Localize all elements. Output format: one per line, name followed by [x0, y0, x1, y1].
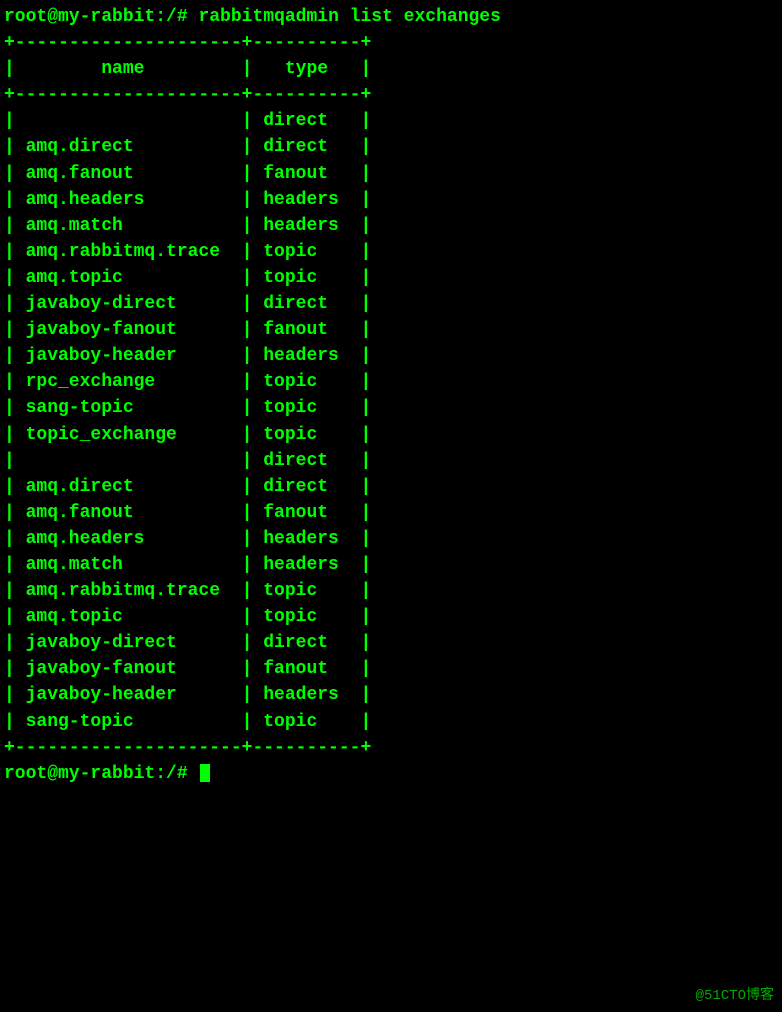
prompt: root@my-rabbit:/#	[4, 7, 188, 27]
table-row: | javaboy-fanout | fanout |	[0, 317, 782, 343]
separator-bottom: +---------------------+----------+	[0, 735, 782, 761]
watermark: @51CTO博客	[696, 984, 774, 1004]
table-row: | amq.headers | headers |	[0, 526, 782, 552]
table-row: | javaboy-header | headers |	[0, 343, 782, 369]
table-row: | amq.topic | topic |	[0, 265, 782, 291]
table-row: | amq.rabbitmq.trace | topic |	[0, 578, 782, 604]
table-row: | amq.match | headers |	[0, 213, 782, 239]
terminal-window: root@my-rabbit:/# rabbitmqadmin list exc…	[0, 0, 782, 1012]
table-row: | amq.rabbitmq.trace | topic |	[0, 239, 782, 265]
table-row: | | direct |	[0, 108, 782, 134]
table-row: | javaboy-fanout | fanout |	[0, 656, 782, 682]
table-row: | amq.direct | direct |	[0, 134, 782, 160]
table-row: | topic_exchange | topic |	[0, 422, 782, 448]
table-row: | amq.topic | topic |	[0, 604, 782, 630]
table-row: | | direct |	[0, 448, 782, 474]
prompt-end-line: root@my-rabbit:/#	[0, 761, 782, 787]
table-row: | sang-topic | topic |	[0, 395, 782, 421]
command-line: root@my-rabbit:/# rabbitmqadmin list exc…	[0, 4, 782, 30]
table-row: | amq.fanout | fanout |	[0, 500, 782, 526]
command: rabbitmqadmin list exchanges	[198, 7, 500, 27]
table-row: | rpc_exchange | topic |	[0, 369, 782, 395]
table-row: | javaboy-direct | direct |	[0, 291, 782, 317]
table-row: | javaboy-direct | direct |	[0, 630, 782, 656]
cursor	[200, 764, 210, 782]
table-row: | amq.match | headers |	[0, 552, 782, 578]
table-body: | | direct || amq.direct | direct || amq…	[0, 108, 782, 734]
separator-top: +---------------------+----------+	[0, 30, 782, 56]
table-row: | sang-topic | topic |	[0, 709, 782, 735]
table-row: | amq.fanout | fanout |	[0, 161, 782, 187]
header-row: | name | type |	[0, 56, 782, 82]
separator-mid: +---------------------+----------+	[0, 82, 782, 108]
table-row: | amq.headers | headers |	[0, 187, 782, 213]
table-row: | javaboy-header | headers |	[0, 682, 782, 708]
table-row: | amq.direct | direct |	[0, 474, 782, 500]
